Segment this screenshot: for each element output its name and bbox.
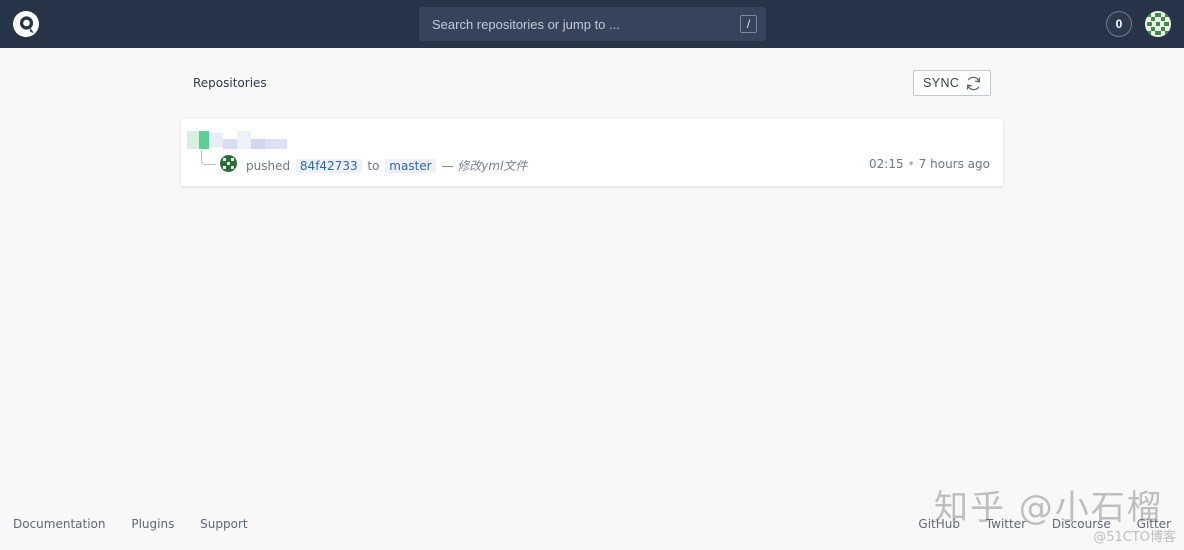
footer-link-github[interactable]: GitHub xyxy=(918,517,960,531)
commit-author-avatar xyxy=(220,155,237,172)
sync-label: SYNC xyxy=(923,76,960,90)
page-title: Repositories xyxy=(193,76,267,90)
footer-link-plugins[interactable]: Plugins xyxy=(131,517,174,531)
refresh-icon xyxy=(966,76,981,91)
commit-relative-time: 7 hours ago xyxy=(918,157,990,171)
footer-links-left: Documentation Plugins Support xyxy=(13,517,270,531)
repo-card[interactable]: pushed 84f42733 to master — 修改yml文件 02:1… xyxy=(181,119,1003,186)
search-input[interactable] xyxy=(419,7,729,41)
watermark-51cto: @51CTO博客 xyxy=(1093,530,1176,545)
top-navbar: / 0 xyxy=(0,0,1184,48)
repo-name-blurred[interactable] xyxy=(187,131,297,151)
footer-link-twitter[interactable]: Twitter xyxy=(986,517,1026,531)
notification-counter[interactable]: 0 xyxy=(1106,11,1132,37)
sync-button[interactable]: SYNC xyxy=(913,70,991,96)
branch-link[interactable]: master xyxy=(385,159,436,173)
commit-hash-link[interactable]: 84f42733 xyxy=(295,159,362,173)
drone-logo-icon[interactable] xyxy=(12,10,40,38)
commit-message: 修改yml文件 xyxy=(457,159,528,173)
footer-link-documentation[interactable]: Documentation xyxy=(13,517,106,531)
user-avatar[interactable] xyxy=(1145,11,1171,37)
tree-connector xyxy=(201,150,216,165)
commit-clock: 02:15 xyxy=(869,157,904,171)
commit-time: 02:15 • 7 hours ago xyxy=(869,157,990,171)
commit-summary: pushed 84f42733 to master — 修改yml文件 xyxy=(246,157,527,174)
search-box[interactable]: / xyxy=(419,7,766,41)
search-shortcut-key: / xyxy=(740,15,757,33)
footer-link-support[interactable]: Support xyxy=(200,517,247,531)
to-label: to xyxy=(367,159,380,173)
bullet-separator: • xyxy=(907,157,915,171)
commit-action: pushed xyxy=(246,159,291,173)
separator-dash: — xyxy=(441,159,454,173)
